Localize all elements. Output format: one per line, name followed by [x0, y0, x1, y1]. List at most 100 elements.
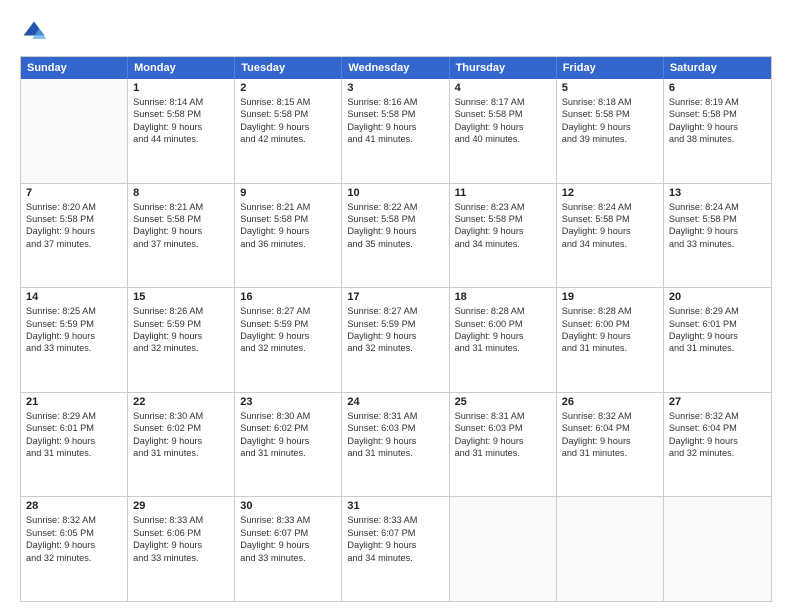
- cell-info-line: and 32 minutes.: [240, 342, 336, 354]
- cell-info-line: and 34 minutes.: [455, 238, 551, 250]
- cell-info-line: Sunset: 6:05 PM: [26, 527, 122, 539]
- cell-info-line: Sunset: 6:07 PM: [347, 527, 443, 539]
- cell-info-line: and 35 minutes.: [347, 238, 443, 250]
- cell-info-line: Daylight: 9 hours: [669, 225, 766, 237]
- day-number: 8: [133, 187, 229, 199]
- cal-cell: 7Sunrise: 8:20 AMSunset: 5:58 PMDaylight…: [21, 184, 128, 288]
- calendar-header: SundayMondayTuesdayWednesdayThursdayFrid…: [21, 57, 771, 79]
- calendar: SundayMondayTuesdayWednesdayThursdayFrid…: [20, 56, 772, 602]
- cell-info-line: Sunrise: 8:18 AM: [562, 96, 658, 108]
- cell-info-line: Sunrise: 8:14 AM: [133, 96, 229, 108]
- cell-info-line: Sunrise: 8:20 AM: [26, 201, 122, 213]
- cell-info-line: Sunrise: 8:31 AM: [347, 410, 443, 422]
- day-number: 7: [26, 187, 122, 199]
- day-number: 12: [562, 187, 658, 199]
- cell-info-line: Sunrise: 8:29 AM: [26, 410, 122, 422]
- cell-info-line: Sunrise: 8:23 AM: [455, 201, 551, 213]
- cell-info-line: Sunrise: 8:15 AM: [240, 96, 336, 108]
- cell-info-line: Sunrise: 8:28 AM: [562, 305, 658, 317]
- cell-info-line: Sunrise: 8:33 AM: [133, 514, 229, 526]
- cal-cell: [557, 497, 664, 601]
- cell-info-line: Daylight: 9 hours: [562, 121, 658, 133]
- cell-info-line: Sunrise: 8:25 AM: [26, 305, 122, 317]
- day-number: 1: [133, 82, 229, 94]
- cell-info-line: Sunrise: 8:27 AM: [347, 305, 443, 317]
- day-number: 5: [562, 82, 658, 94]
- cal-cell: 13Sunrise: 8:24 AMSunset: 5:58 PMDayligh…: [664, 184, 771, 288]
- cal-cell: 26Sunrise: 8:32 AMSunset: 6:04 PMDayligh…: [557, 393, 664, 497]
- cell-info-line: and 33 minutes.: [26, 342, 122, 354]
- cal-cell: 15Sunrise: 8:26 AMSunset: 5:59 PMDayligh…: [128, 288, 235, 392]
- cal-week-row: 1Sunrise: 8:14 AMSunset: 5:58 PMDaylight…: [21, 79, 771, 183]
- cell-info-line: and 32 minutes.: [133, 342, 229, 354]
- page: SundayMondayTuesdayWednesdayThursdayFrid…: [0, 0, 792, 612]
- cell-info-line: Sunset: 6:03 PM: [455, 422, 551, 434]
- cell-info-line: Daylight: 9 hours: [669, 121, 766, 133]
- cell-info-line: and 31 minutes.: [455, 447, 551, 459]
- cell-info-line: Sunrise: 8:26 AM: [133, 305, 229, 317]
- cal-cell: 12Sunrise: 8:24 AMSunset: 5:58 PMDayligh…: [557, 184, 664, 288]
- day-number: 15: [133, 291, 229, 303]
- cal-cell: 21Sunrise: 8:29 AMSunset: 6:01 PMDayligh…: [21, 393, 128, 497]
- day-number: 6: [669, 82, 766, 94]
- cell-info-line: Sunset: 6:02 PM: [133, 422, 229, 434]
- cell-info-line: Sunrise: 8:32 AM: [26, 514, 122, 526]
- cell-info-line: Sunrise: 8:29 AM: [669, 305, 766, 317]
- cell-info-line: and 31 minutes.: [562, 447, 658, 459]
- cell-info-line: and 37 minutes.: [26, 238, 122, 250]
- cell-info-line: Daylight: 9 hours: [240, 330, 336, 342]
- cal-cell: 17Sunrise: 8:27 AMSunset: 5:59 PMDayligh…: [342, 288, 449, 392]
- cell-info-line: Sunset: 5:58 PM: [240, 108, 336, 120]
- cell-info-line: Daylight: 9 hours: [133, 435, 229, 447]
- cal-cell: 2Sunrise: 8:15 AMSunset: 5:58 PMDaylight…: [235, 79, 342, 183]
- cell-info-line: Daylight: 9 hours: [347, 225, 443, 237]
- cell-info-line: and 31 minutes.: [455, 342, 551, 354]
- cell-info-line: Sunrise: 8:32 AM: [669, 410, 766, 422]
- cell-info-line: Daylight: 9 hours: [240, 539, 336, 551]
- cell-info-line: and 38 minutes.: [669, 133, 766, 145]
- day-number: 17: [347, 291, 443, 303]
- cell-info-line: and 31 minutes.: [240, 447, 336, 459]
- cell-info-line: Sunrise: 8:31 AM: [455, 410, 551, 422]
- cell-info-line: and 31 minutes.: [562, 342, 658, 354]
- cell-info-line: Daylight: 9 hours: [26, 435, 122, 447]
- day-number: 31: [347, 500, 443, 512]
- cell-info-line: and 40 minutes.: [455, 133, 551, 145]
- cal-cell: 25Sunrise: 8:31 AMSunset: 6:03 PMDayligh…: [450, 393, 557, 497]
- cell-info-line: Sunset: 5:58 PM: [133, 213, 229, 225]
- day-number: 25: [455, 396, 551, 408]
- day-number: 23: [240, 396, 336, 408]
- cell-info-line: Sunrise: 8:24 AM: [562, 201, 658, 213]
- cell-info-line: Daylight: 9 hours: [347, 539, 443, 551]
- cal-cell: 27Sunrise: 8:32 AMSunset: 6:04 PMDayligh…: [664, 393, 771, 497]
- cal-cell: 6Sunrise: 8:19 AMSunset: 5:58 PMDaylight…: [664, 79, 771, 183]
- day-number: 26: [562, 396, 658, 408]
- cell-info-line: Sunset: 5:58 PM: [347, 213, 443, 225]
- cal-cell: 20Sunrise: 8:29 AMSunset: 6:01 PMDayligh…: [664, 288, 771, 392]
- day-number: 10: [347, 187, 443, 199]
- cell-info-line: Daylight: 9 hours: [455, 225, 551, 237]
- cal-cell: 31Sunrise: 8:33 AMSunset: 6:07 PMDayligh…: [342, 497, 449, 601]
- cell-info-line: Sunset: 6:01 PM: [669, 318, 766, 330]
- cell-info-line: Sunrise: 8:28 AM: [455, 305, 551, 317]
- cell-info-line: and 32 minutes.: [26, 552, 122, 564]
- cell-info-line: Sunset: 5:58 PM: [347, 108, 443, 120]
- cal-cell: 30Sunrise: 8:33 AMSunset: 6:07 PMDayligh…: [235, 497, 342, 601]
- cell-info-line: and 36 minutes.: [240, 238, 336, 250]
- cell-info-line: Sunset: 5:58 PM: [562, 213, 658, 225]
- cell-info-line: Sunrise: 8:33 AM: [240, 514, 336, 526]
- day-number: 24: [347, 396, 443, 408]
- cal-cell: 8Sunrise: 8:21 AMSunset: 5:58 PMDaylight…: [128, 184, 235, 288]
- cal-cell: [450, 497, 557, 601]
- cell-info-line: and 44 minutes.: [133, 133, 229, 145]
- calendar-body: 1Sunrise: 8:14 AMSunset: 5:58 PMDaylight…: [21, 79, 771, 601]
- cell-info-line: Sunset: 5:59 PM: [240, 318, 336, 330]
- day-number: 28: [26, 500, 122, 512]
- cal-header-day: Sunday: [21, 57, 128, 79]
- cell-info-line: and 31 minutes.: [133, 447, 229, 459]
- cell-info-line: Daylight: 9 hours: [669, 435, 766, 447]
- day-number: 20: [669, 291, 766, 303]
- cal-cell: 22Sunrise: 8:30 AMSunset: 6:02 PMDayligh…: [128, 393, 235, 497]
- day-number: 30: [240, 500, 336, 512]
- cell-info-line: Sunset: 5:58 PM: [669, 108, 766, 120]
